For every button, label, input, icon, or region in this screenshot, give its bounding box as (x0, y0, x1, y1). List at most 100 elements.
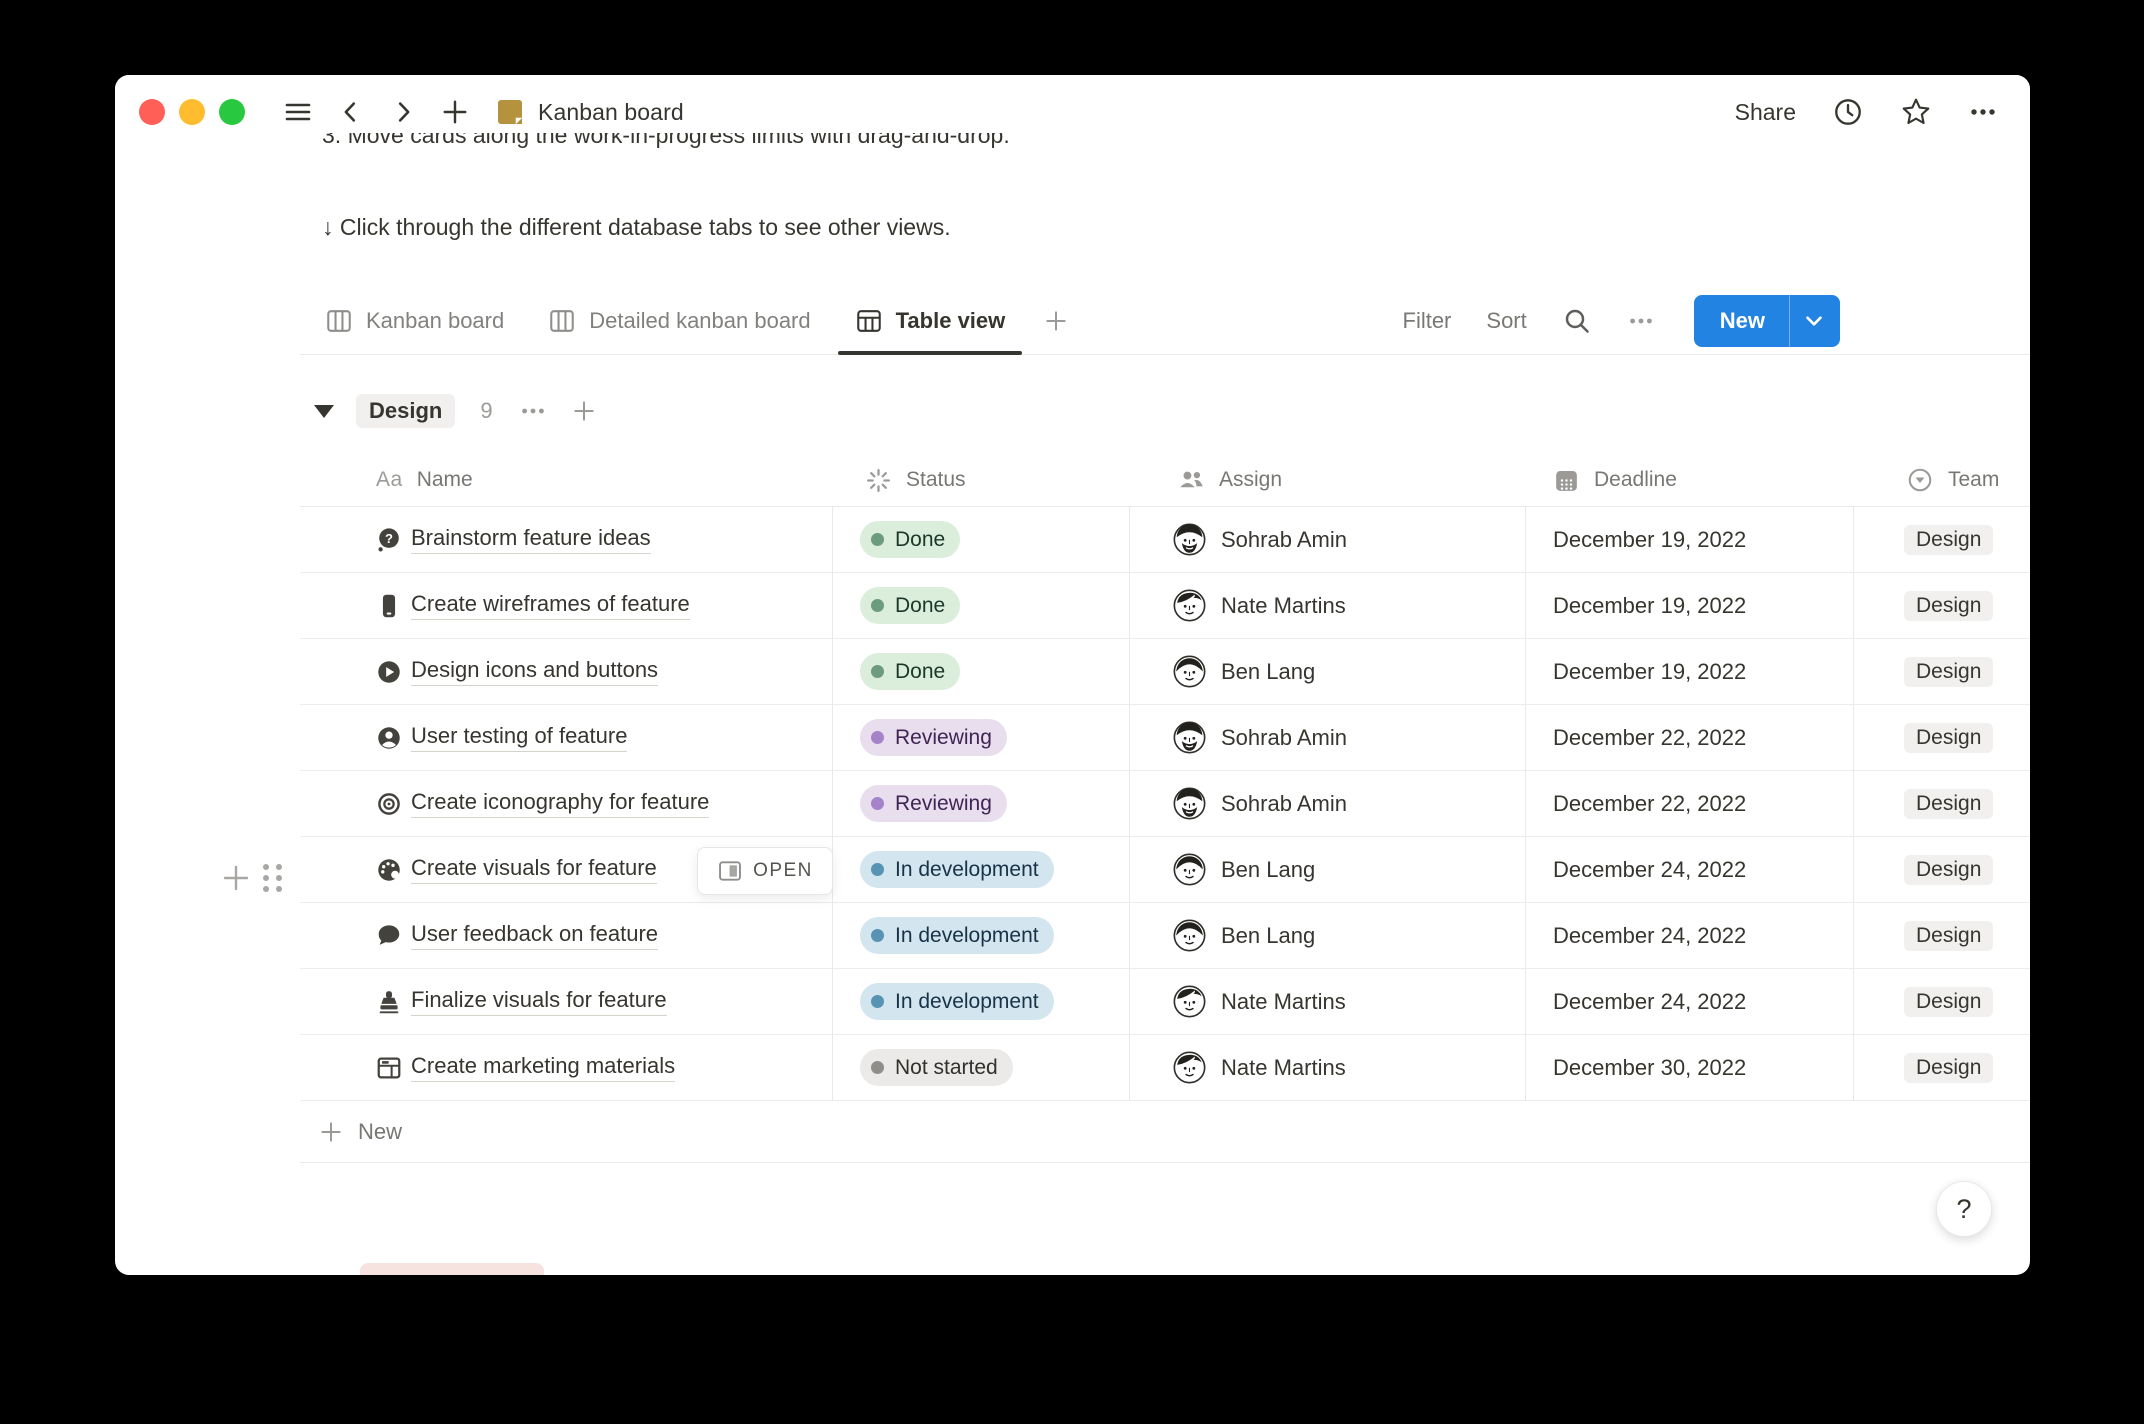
team-cell[interactable]: Design (1854, 573, 2030, 638)
assign-cell[interactable]: Ben Lang (1130, 837, 1526, 902)
deadline-cell[interactable]: December 24, 2022 (1526, 837, 1854, 902)
status-badge[interactable]: Done (860, 653, 960, 690)
status-badge[interactable]: Reviewing (860, 785, 1007, 822)
column-header-status[interactable]: Status (833, 454, 1130, 506)
open-button[interactable]: OPEN (697, 847, 833, 895)
forward-icon[interactable] (389, 98, 417, 126)
task-name-link[interactable]: Create marketing materials (411, 1053, 675, 1082)
assign-cell[interactable]: Nate Martins (1130, 573, 1526, 638)
deadline-cell[interactable]: December 19, 2022 (1526, 507, 1854, 572)
status-badge[interactable]: Not started (860, 1049, 1013, 1086)
view-tab-kanban-board[interactable]: Kanban board (325, 287, 504, 354)
team-cell[interactable]: Design (1854, 507, 2030, 572)
filter-button[interactable]: Filter (1403, 308, 1452, 334)
name-cell[interactable]: User testing of feature (300, 705, 833, 770)
status-badge[interactable]: In development (860, 983, 1054, 1020)
status-cell[interactable]: Done (833, 507, 1130, 572)
name-cell[interactable]: User feedback on feature (300, 903, 833, 968)
status-badge[interactable]: Done (860, 587, 960, 624)
status-cell[interactable]: Done (833, 573, 1130, 638)
updates-clock-icon[interactable] (1832, 96, 1864, 128)
assign-cell[interactable]: Sohrab Amin (1130, 705, 1526, 770)
zoom-button[interactable] (219, 99, 245, 125)
task-name-link[interactable]: Brainstorm feature ideas (411, 525, 651, 554)
status-cell[interactable]: In development (833, 903, 1130, 968)
deadline-cell[interactable]: December 22, 2022 (1526, 771, 1854, 836)
deadline-cell[interactable]: December 24, 2022 (1526, 969, 1854, 1034)
column-header-assign[interactable]: Assign (1130, 454, 1526, 506)
status-badge[interactable]: Done (860, 521, 960, 558)
team-cell[interactable]: Design (1854, 969, 2030, 1034)
status-cell[interactable]: Done (833, 639, 1130, 704)
task-name-link[interactable]: Create iconography for feature (411, 789, 709, 818)
new-button-label[interactable]: New (1694, 308, 1789, 334)
new-button[interactable]: New (1694, 295, 1840, 347)
favorite-star-icon[interactable] (1900, 96, 1932, 128)
status-badge[interactable]: In development (860, 917, 1054, 954)
task-name-link[interactable]: Design icons and buttons (411, 657, 658, 686)
share-button[interactable]: Share (1735, 99, 1796, 126)
assign-cell[interactable]: Nate Martins (1130, 1035, 1526, 1100)
deadline-cell[interactable]: December 30, 2022 (1526, 1035, 1854, 1100)
sort-button[interactable]: Sort (1486, 308, 1526, 334)
task-name-link[interactable]: User feedback on feature (411, 921, 658, 950)
assign-cell[interactable]: Sohrab Amin (1130, 771, 1526, 836)
group-name-chip[interactable]: Design (356, 394, 455, 428)
status-cell[interactable]: Reviewing (833, 771, 1130, 836)
deadline-cell[interactable]: December 22, 2022 (1526, 705, 1854, 770)
add-row-plus-icon[interactable] (221, 863, 251, 893)
view-options-icon[interactable] (1627, 307, 1655, 335)
name-cell[interactable]: ? Brainstorm feature ideas (300, 507, 833, 572)
name-cell[interactable]: Create marketing materials (300, 1035, 833, 1100)
name-cell[interactable]: Create visuals for feature OPEN (300, 837, 833, 902)
back-icon[interactable] (337, 98, 365, 126)
minimize-button[interactable] (179, 99, 205, 125)
more-options-icon[interactable] (1968, 97, 1998, 127)
search-icon[interactable] (1562, 306, 1592, 336)
table-row[interactable]: ? Brainstorm feature ideas Done Sohrab A… (300, 507, 2030, 573)
team-cell[interactable]: Design (1854, 771, 2030, 836)
team-cell[interactable]: Design (1854, 837, 2030, 902)
task-name-link[interactable]: Create wireframes of feature (411, 591, 690, 620)
column-header-deadline[interactable]: Deadline (1526, 454, 1854, 506)
sidebar-menu-icon[interactable] (283, 97, 313, 127)
status-cell[interactable]: In development (833, 969, 1130, 1034)
status-badge[interactable]: Reviewing (860, 719, 1007, 756)
column-header-team[interactable]: Team (1854, 454, 2030, 506)
task-name-link[interactable]: User testing of feature (411, 723, 627, 752)
name-cell[interactable]: Create wireframes of feature (300, 573, 833, 638)
view-tab-detailed-kanban-board[interactable]: Detailed kanban board (548, 287, 810, 354)
chevron-down-icon[interactable] (1790, 307, 1840, 335)
drag-handle-icon[interactable] (263, 864, 282, 892)
assign-cell[interactable]: Sohrab Amin (1130, 507, 1526, 572)
team-cell[interactable]: Design (1854, 705, 2030, 770)
table-row[interactable]: User testing of feature Reviewing Sohrab… (300, 705, 2030, 771)
help-button[interactable]: ? (1936, 1181, 1992, 1237)
new-row-button[interactable]: New (300, 1101, 2030, 1163)
group-toggle-triangle-icon[interactable] (314, 405, 334, 418)
deadline-cell[interactable]: December 24, 2022 (1526, 903, 1854, 968)
assign-cell[interactable]: Nate Martins (1130, 969, 1526, 1034)
deadline-cell[interactable]: December 19, 2022 (1526, 573, 1854, 638)
table-row[interactable]: User feedback on feature In development … (300, 903, 2030, 969)
close-button[interactable] (139, 99, 165, 125)
column-header-name[interactable]: AaName (300, 454, 833, 506)
task-name-link[interactable]: Create visuals for feature (411, 855, 657, 884)
status-badge[interactable]: In development (860, 851, 1054, 888)
assign-cell[interactable]: Ben Lang (1130, 903, 1526, 968)
group-options-icon[interactable] (519, 397, 547, 425)
view-tab-table-view[interactable]: Table view (855, 287, 1006, 354)
status-cell[interactable]: Reviewing (833, 705, 1130, 770)
team-cell[interactable]: Design (1854, 903, 2030, 968)
deadline-cell[interactable]: December 19, 2022 (1526, 639, 1854, 704)
status-cell[interactable]: Not started (833, 1035, 1130, 1100)
group-add-icon[interactable] (571, 398, 597, 424)
assign-cell[interactable]: Ben Lang (1130, 639, 1526, 704)
status-cell[interactable]: In development (833, 837, 1130, 902)
table-row[interactable]: Create iconography for feature Reviewing… (300, 771, 2030, 837)
name-cell[interactable]: Create iconography for feature (300, 771, 833, 836)
table-row[interactable]: Create wireframes of feature Done Nate M… (300, 573, 2030, 639)
add-view-icon[interactable] (1043, 308, 1069, 334)
table-row[interactable]: Create visuals for feature OPEN In devel… (300, 837, 2030, 903)
name-cell[interactable]: Design icons and buttons (300, 639, 833, 704)
